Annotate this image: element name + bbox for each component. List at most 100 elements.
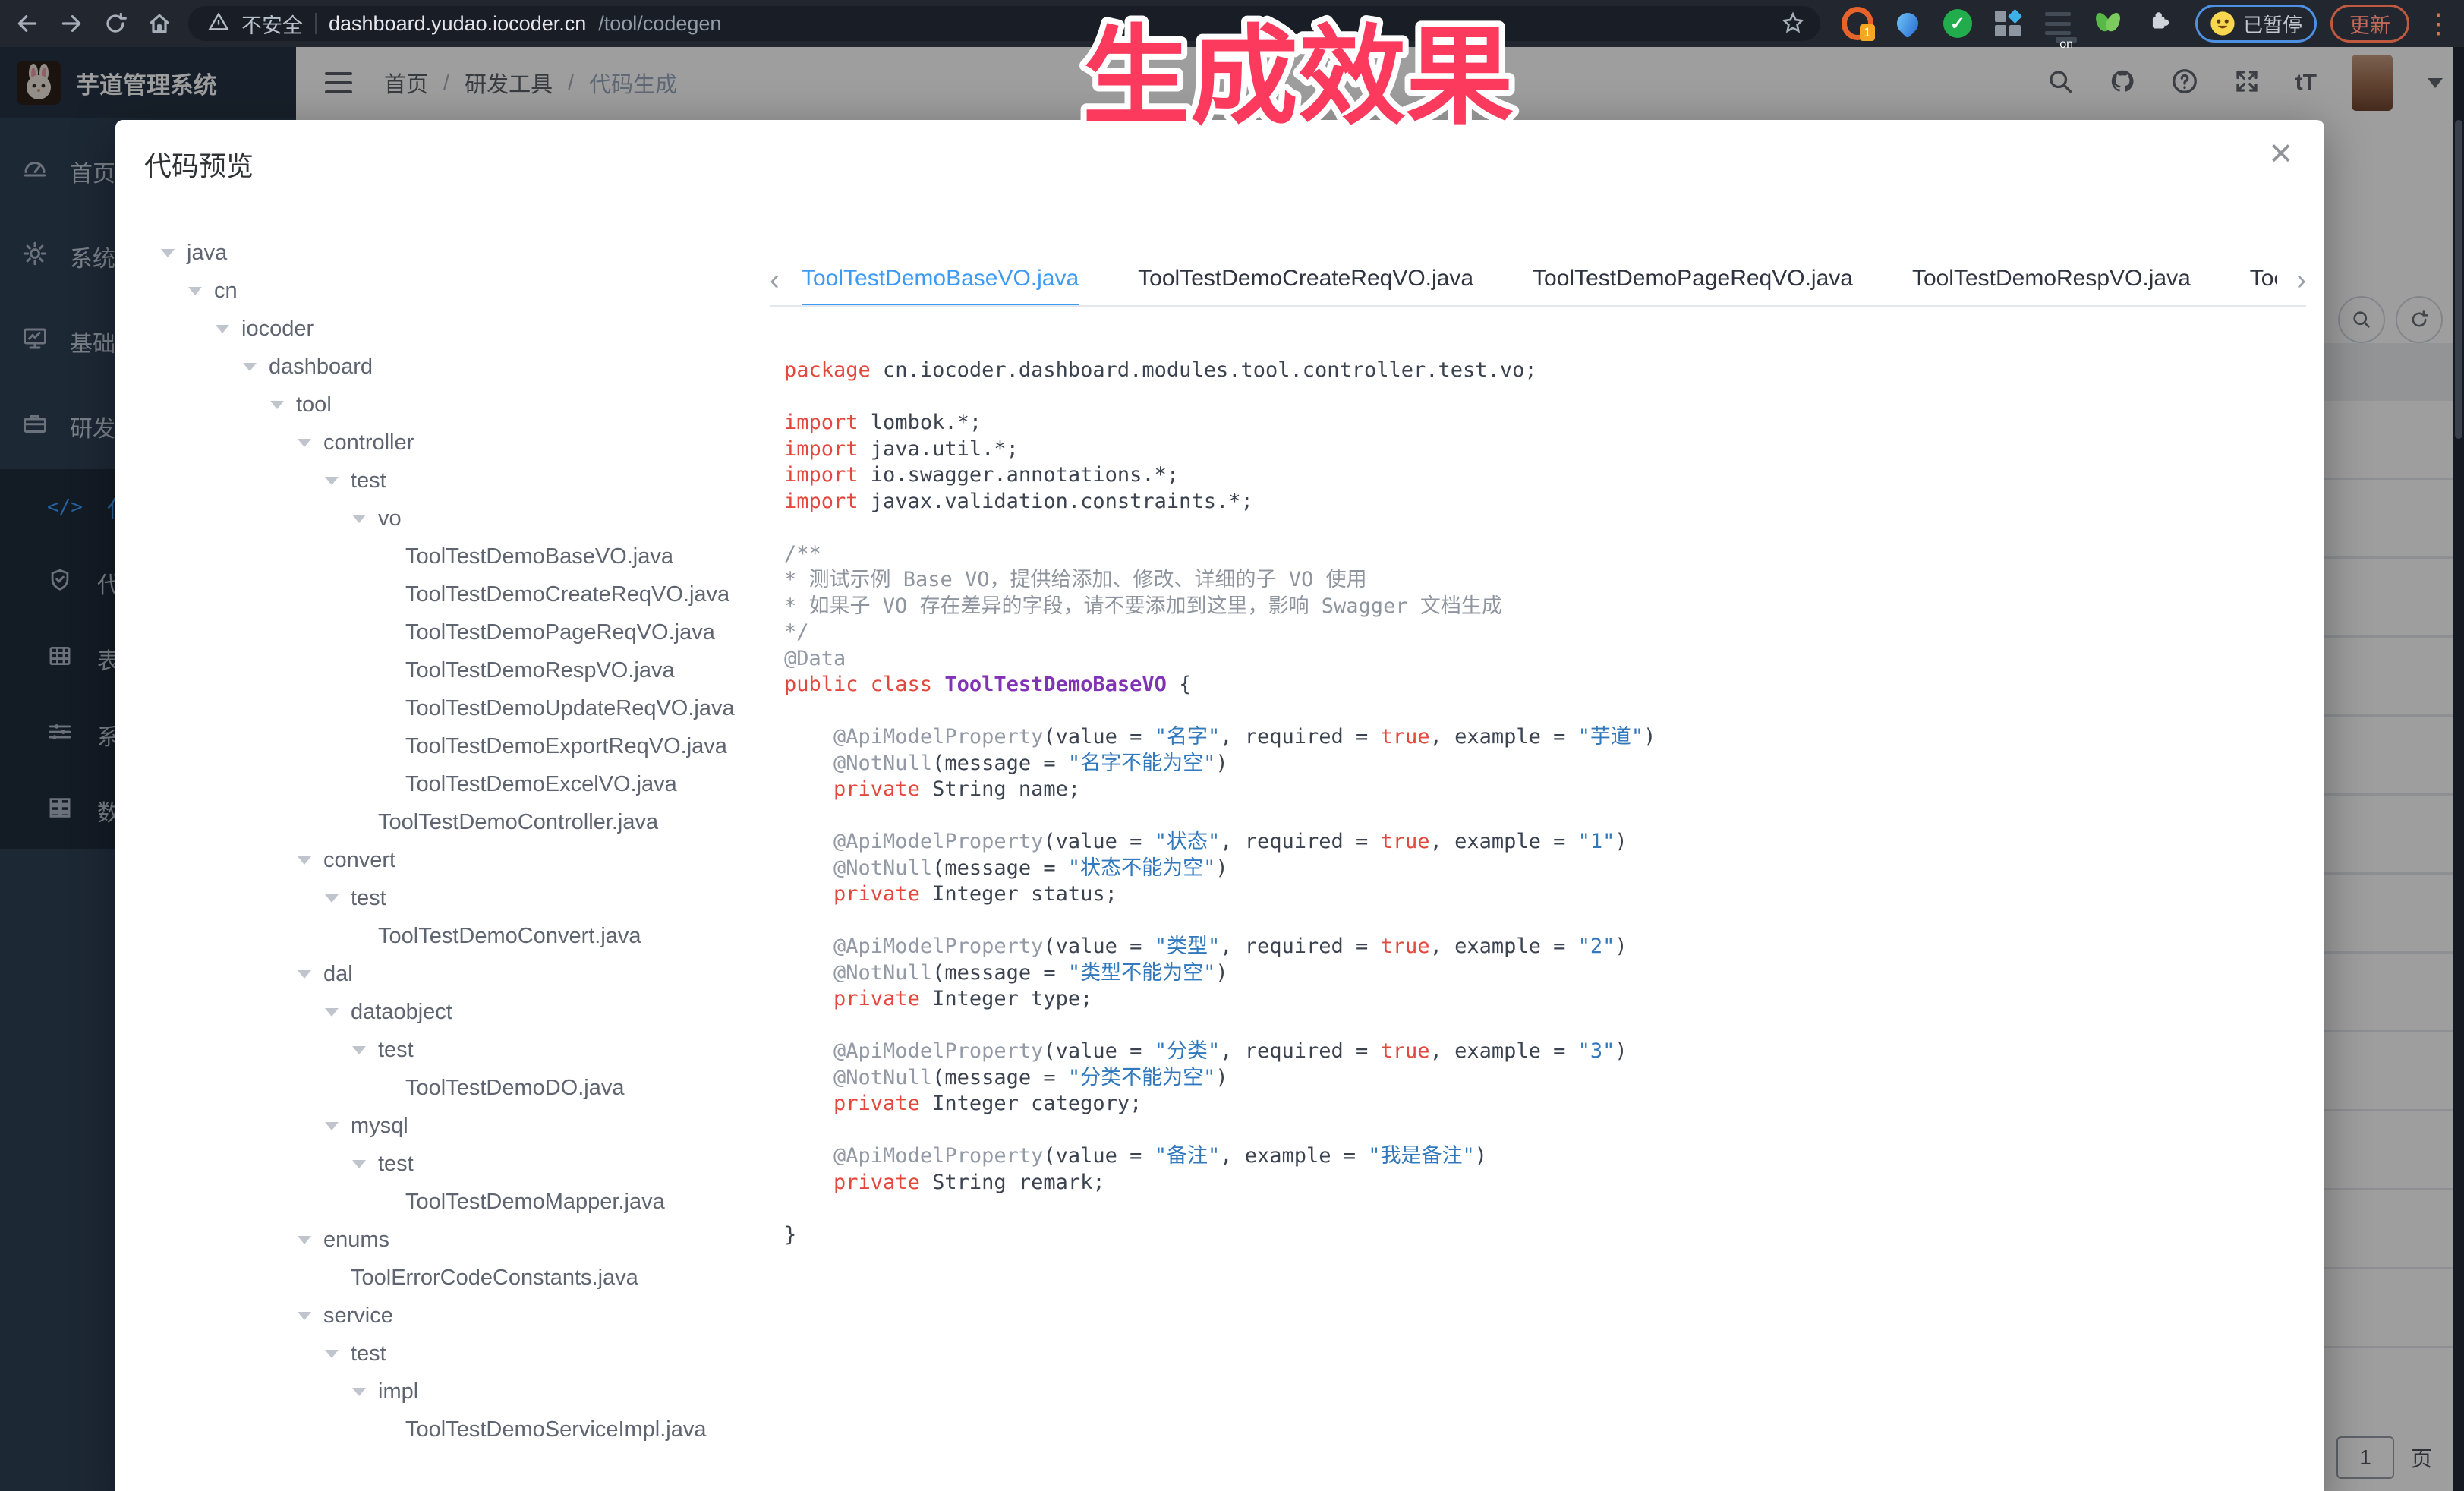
profile-paused-pill[interactable]: 已暂停 [2195,5,2317,43]
tree-node-label: ToolTestDemoConvert.java [378,924,641,949]
tree-expand-caret-icon[interactable] [161,249,187,257]
reload-icon[interactable] [100,8,131,39]
squares-extension-icon[interactable] [1992,8,2024,39]
close-icon[interactable]: × [2270,134,2292,173]
tree-node[interactable]: cn [161,272,829,310]
tree-expand-caret-icon[interactable] [352,515,378,523]
tree-node[interactable]: mysql [161,1107,829,1145]
tree-node[interactable]: test [161,1031,829,1069]
tree-expand-caret-icon[interactable] [325,1122,351,1130]
tree-node[interactable]: test [161,879,829,917]
tree-expand-caret-icon[interactable] [298,970,323,979]
code-line [784,1117,2302,1144]
tree-node[interactable]: ToolTestDemoServiceImpl.java [161,1411,829,1448]
tree-node[interactable]: test [161,1145,829,1183]
code-line: @ApiModelProperty(value = "名字", required… [784,724,2302,751]
browser-menu-icon[interactable]: ⋮ [2425,10,2452,37]
tree-node[interactable]: ToolTestDemoConvert.java [161,917,829,955]
tree-expand-caret-icon[interactable] [298,439,323,447]
tree-node[interactable]: enums [161,1221,829,1259]
list-on-extension-icon[interactable]: on [2042,8,2074,39]
tree-node[interactable]: controller [161,424,829,462]
code-line: } [784,1222,2302,1249]
plant-extension-icon[interactable] [2092,8,2124,39]
orange-ring-extension-icon[interactable]: 1 [1842,8,1873,39]
tree-node[interactable]: tool [161,386,829,424]
tree-node[interactable]: ToolTestDemoDO.java [161,1069,829,1107]
scrollbar-thumb[interactable] [2455,120,2462,439]
tree-expand-caret-icon[interactable] [243,363,269,371]
tree-node[interactable]: test [161,462,829,500]
code-line: package cn.iocoder.dashboard.modules.too… [784,358,2302,384]
code-line [784,1196,2302,1222]
bookmark-star-icon[interactable] [1781,11,1805,39]
tree-expand-caret-icon[interactable] [325,477,351,485]
tree-node[interactable]: dataobject [161,993,829,1031]
browser-chrome: 不安全 dashboard.yudao.iocoder.cn /tool/cod… [0,0,2464,47]
blue-pin-extension-icon[interactable] [1892,8,1924,39]
tree-node-label: ToolTestDemoExportReqVO.java [405,734,727,759]
file-tab[interactable]: ToolTestDemoCreateReqVO.java [1138,254,1473,307]
tree-expand-caret-icon[interactable] [352,1160,378,1168]
tree-node-label: java [187,241,227,266]
puzzle-extensions-icon[interactable] [2142,8,2174,39]
tree-node-label: impl [378,1379,418,1404]
tree-node[interactable]: ToolTestDemoPageReqVO.java [161,613,829,651]
code-line: private String name; [784,777,2302,803]
home-icon[interactable] [144,8,175,39]
tree-expand-caret-icon[interactable] [298,1236,323,1244]
url-bar[interactable]: 不安全 dashboard.yudao.iocoder.cn /tool/cod… [188,6,1820,41]
file-tab[interactable]: ToolTestDemoRespVO.java [1912,254,2191,307]
tabs-scroll-right-icon[interactable]: › [2296,264,2306,297]
tree-expand-caret-icon[interactable] [298,856,323,865]
tree-node[interactable]: ToolTestDemoRespVO.java [161,651,829,689]
tree-expand-caret-icon[interactable] [352,1388,378,1396]
green-check-extension-icon[interactable]: ✓ [1942,8,1974,39]
tree-expand-caret-icon[interactable] [216,325,241,333]
tree-node[interactable]: java [161,234,829,272]
tree-node[interactable]: ToolTestDemoExportReqVO.java [161,727,829,765]
tree-node[interactable]: dashboard [161,348,829,386]
file-tab[interactable]: ToolTestDemoBaseVO.java [802,254,1079,307]
tree-node-label: ToolTestDemoPageReqVO.java [405,620,715,645]
tree-node[interactable]: vo [161,500,829,537]
tree-node[interactable]: ToolTestDemoController.java [161,803,829,841]
file-tabs-bar: ‹ ToolTestDemoBaseVO.java ToolTestDemoCre… [770,254,2306,307]
code-line [784,803,2302,830]
tree-expand-caret-icon[interactable] [188,287,214,295]
tree-node[interactable]: ToolTestDemoBaseVO.java [161,537,829,575]
tree-node[interactable]: ToolErrorCodeConstants.java [161,1259,829,1297]
tree-node[interactable]: ToolTestDemoCreateReqVO.java [161,575,829,613]
tree-expand-caret-icon[interactable] [352,1046,378,1054]
tree-expand-caret-icon[interactable] [298,1312,323,1320]
tree-node-label: test [351,468,386,493]
tree-expand-caret-icon[interactable] [325,1350,351,1358]
tree-expand-caret-icon[interactable] [325,894,351,903]
page-scrollbar[interactable] [2453,47,2464,1491]
tree-expand-caret-icon[interactable] [325,1008,351,1017]
file-tab[interactable]: ToolTestDemoPageReqVO.java [1533,254,1853,307]
tabs-scroll-left-icon[interactable]: ‹ [770,264,780,297]
tree-node-label: test [351,1341,386,1366]
tree-node[interactable]: service [161,1297,829,1335]
tree-node-label: ToolTestDemoRespVO.java [405,658,675,683]
tree-node[interactable]: ToolTestDemoMapper.java [161,1183,829,1221]
update-button[interactable]: 更新 [2330,5,2409,43]
tree-node-label: dal [323,962,353,987]
tree-expand-caret-icon[interactable] [270,401,296,409]
tree-node-label: ToolTestDemoController.java [378,810,658,835]
tree-node[interactable]: ToolTestDemoExcelVO.java [161,765,829,803]
code-line [784,698,2302,725]
tree-node[interactable]: dal [161,955,829,993]
url-divider [315,13,317,34]
tree-node[interactable]: ToolTestDemoUpdateReqVO.java [161,689,829,727]
tree-node[interactable]: impl [161,1373,829,1411]
forward-icon[interactable] [56,8,87,39]
file-tree: java cniocoderdashboardtoolcontroller test… [161,234,829,1491]
tree-node[interactable]: test [161,1335,829,1373]
tree-node[interactable]: convert [161,841,829,879]
back-icon[interactable] [12,8,43,39]
file-tab[interactable]: ToolTe [2250,254,2277,307]
tree-node[interactable]: iocoder [161,310,829,348]
code-line: @Data [784,646,2302,673]
